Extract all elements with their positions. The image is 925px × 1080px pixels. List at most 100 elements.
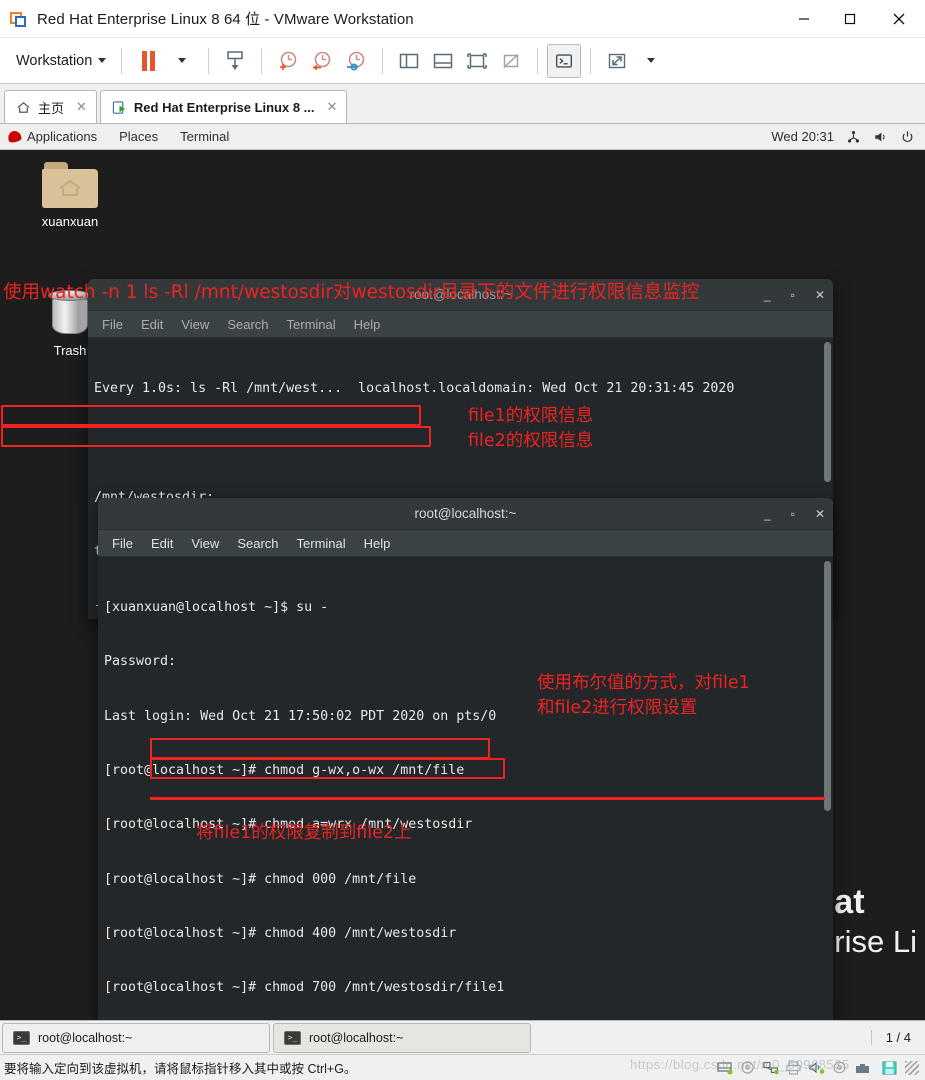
shell-menu-file[interactable]: File <box>112 536 133 551</box>
shell-output-line: [root@localhost ~]# chmod 400 /mnt/westo… <box>104 925 457 941</box>
watch-menu-file[interactable]: File <box>102 317 123 332</box>
redhat-icon <box>6 129 23 144</box>
toolbar-divider <box>208 47 210 74</box>
volume-icon[interactable] <box>873 130 888 144</box>
taskbar-item-2-label: root@localhost:~ <box>309 1030 404 1045</box>
unity-mode-icon <box>503 53 519 68</box>
vmware-logo-icon <box>10 10 28 28</box>
maximize-button[interactable] <box>827 0 873 38</box>
snapshot-add-button[interactable] <box>271 44 305 78</box>
stretch-button[interactable] <box>600 44 634 78</box>
fullscreen-icon <box>467 52 488 69</box>
vmware-status-bar: 要将输入定向到该虚拟机，请将鼠标指针移入其中或按 Ctrl+G。 <box>0 1054 925 1080</box>
annotation-watch-header: 使用watch -n 1 ls -Rl /mnt/westosdir对westo… <box>3 282 700 303</box>
shell-terminal-maximize-icon[interactable]: ▫ <box>791 507 795 521</box>
cd-dvd-icon[interactable] <box>740 1060 756 1075</box>
tab-home[interactable]: 主页 ✕ <box>4 90 97 123</box>
taskbar-item-terminal-2[interactable]: >_ root@localhost:~ <box>273 1022 531 1053</box>
toolbar-divider <box>590 47 592 74</box>
network-adapter-icon[interactable] <box>763 1061 779 1075</box>
stretch-dropdown-button[interactable] <box>634 44 668 78</box>
gnome-clock[interactable]: Wed 20:31 <box>771 129 834 144</box>
shell-terminal-output[interactable]: [xuanxuan@localhost ~]$ su - Password: L… <box>98 557 833 1020</box>
gnome-terminal-menu[interactable]: Terminal <box>180 129 229 144</box>
battery-icon[interactable] <box>855 1061 871 1075</box>
workspace-page-indicator[interactable]: 1 / 4 <box>870 1030 917 1045</box>
show-library-button[interactable] <box>392 44 426 78</box>
watch-terminal-menubar: File Edit View Search Terminal Help <box>88 311 833 338</box>
annotation-box-file2 <box>1 426 431 447</box>
workstation-menu-label: Workstation <box>16 52 93 69</box>
watch-terminal-scrollbar[interactable] <box>824 342 831 482</box>
power-icon[interactable] <box>900 130 915 144</box>
take-snapshot-button[interactable] <box>218 44 252 78</box>
annotation-box-chmod700 <box>150 738 490 759</box>
fullscreen-button[interactable] <box>460 44 494 78</box>
console-view-icon <box>556 53 573 68</box>
shell-terminal-scrollbar[interactable] <box>824 561 831 811</box>
show-thumbnail-button[interactable] <box>426 44 460 78</box>
shell-menu-terminal[interactable]: Terminal <box>297 536 346 551</box>
snapshot-manager-button[interactable] <box>339 44 373 78</box>
close-button[interactable] <box>873 0 925 38</box>
watch-menu-edit[interactable]: Edit <box>141 317 163 332</box>
chevron-down-icon <box>178 58 187 63</box>
status-bar-message: 要将输入定向到该虚拟机，请将鼠标指针移入其中或按 Ctrl+G。 <box>4 1062 357 1076</box>
watch-output-line: Every 1.0s: ls -Rl /mnt/west... localhos… <box>94 381 735 397</box>
gnome-places-menu[interactable]: Places <box>119 129 158 144</box>
watch-terminal-close-icon[interactable]: ✕ <box>815 288 825 302</box>
window-controls <box>781 0 925 38</box>
toolbar-divider <box>121 47 123 74</box>
shell-terminal-controls: _ ▫ ✕ <box>764 498 825 530</box>
annotation-bool-line2: 和file2进行权限设置 <box>537 698 698 718</box>
shell-terminal-minimize-icon[interactable]: _ <box>764 507 771 521</box>
annotation-file1-perm: file1的权限信息 <box>468 406 594 426</box>
watch-terminal-minimize-icon[interactable]: _ <box>764 288 771 302</box>
power-dropdown-button[interactable] <box>165 44 199 78</box>
watch-menu-terminal[interactable]: Terminal <box>287 317 336 332</box>
network-icon[interactable] <box>846 130 861 144</box>
watch-menu-view[interactable]: View <box>181 317 209 332</box>
sound-card-icon[interactable] <box>809 1061 825 1075</box>
guest-os-screen[interactable]: Applications Places Terminal Wed 20:31 a… <box>0 124 925 1020</box>
watch-menu-search[interactable]: Search <box>227 317 268 332</box>
desktop-icon-home-folder[interactable]: xuanxuan <box>22 162 118 229</box>
shell-menu-view[interactable]: View <box>191 536 219 551</box>
resize-grip[interactable] <box>905 1060 919 1075</box>
toolbar-divider <box>537 47 539 74</box>
unity-mode-button[interactable] <box>494 44 528 78</box>
window-titlebar: Red Hat Enterprise Linux 8 64 位 - VMware… <box>0 0 925 38</box>
workstation-menu-button[interactable]: Workstation <box>10 51 112 71</box>
minimize-button[interactable] <box>781 0 827 38</box>
revert-snapshot-button[interactable] <box>305 44 339 78</box>
shell-terminal-close-icon[interactable]: ✕ <box>815 507 825 521</box>
gnome-applications-menu[interactable]: Applications <box>6 129 97 144</box>
watch-terminal-maximize-icon[interactable]: ▫ <box>791 288 795 302</box>
snapshot-manager-icon <box>347 51 365 70</box>
show-library-icon <box>400 53 419 68</box>
vm-tab-strip: 主页 ✕ Red Hat Enterprise Linux 8 ... ✕ <box>0 84 925 124</box>
pause-icon <box>141 50 156 71</box>
usb-icon[interactable] <box>832 1061 848 1075</box>
pause-button[interactable] <box>131 44 165 78</box>
taskbar-item-terminal-1[interactable]: >_ root@localhost:~ <box>2 1022 270 1053</box>
wallpaper-line-1: at <box>834 882 865 921</box>
annotation-reference-note: 将file1的权限复制到file2上 <box>196 823 412 843</box>
shell-menu-search[interactable]: Search <box>237 536 278 551</box>
tab-rhel-vm[interactable]: Red Hat Enterprise Linux 8 ... ✕ <box>99 90 348 123</box>
printer-icon[interactable] <box>786 1060 802 1075</box>
watch-menu-help[interactable]: Help <box>354 317 381 332</box>
tab-rhel-close-icon[interactable]: ✕ <box>327 99 338 115</box>
shell-menu-edit[interactable]: Edit <box>151 536 173 551</box>
tab-home-close-icon[interactable]: ✕ <box>76 99 87 115</box>
tab-rhel-label: Red Hat Enterprise Linux 8 ... <box>133 99 315 115</box>
toolbar-divider <box>261 47 263 74</box>
vm-icon <box>112 100 126 114</box>
floppy-icon[interactable] <box>882 1061 898 1075</box>
places-label: Places <box>119 129 159 144</box>
status-bar-device-icons <box>717 1060 925 1075</box>
hard-disk-icon[interactable] <box>717 1061 733 1075</box>
shell-menu-help[interactable]: Help <box>364 536 391 551</box>
console-view-button[interactable] <box>547 43 582 78</box>
shell-terminal-titlebar: root@localhost:~ _ ▫ ✕ <box>98 498 833 530</box>
